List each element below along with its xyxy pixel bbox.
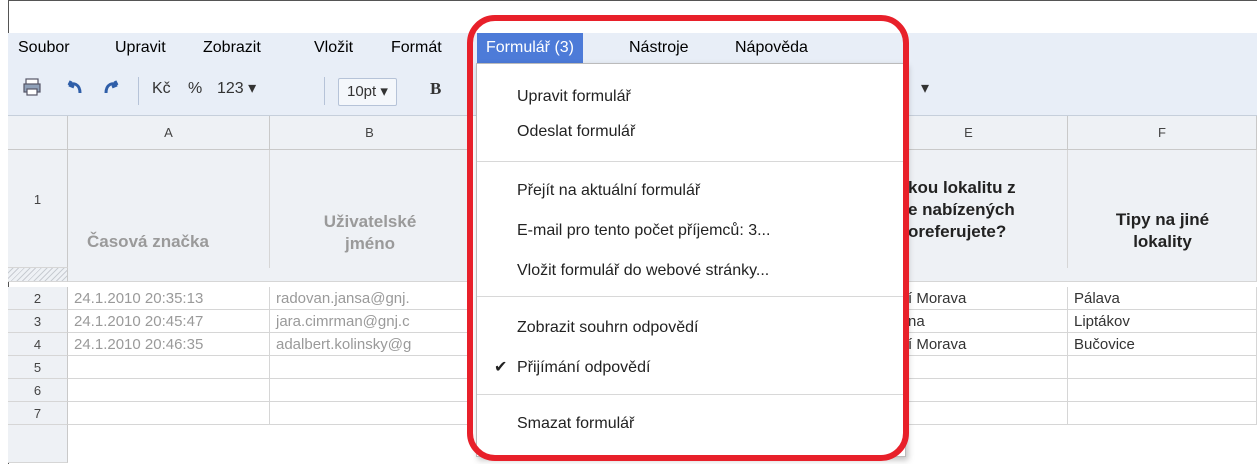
menu-tools[interactable]: Nástroje bbox=[629, 33, 689, 63]
cell-empty[interactable] bbox=[270, 402, 470, 425]
header-cell-timestamp[interactable]: Časová značka bbox=[68, 150, 270, 268]
row-header[interactable]: 1 bbox=[8, 150, 68, 268]
freeze-bar[interactable] bbox=[8, 268, 68, 282]
number-format-dropdown[interactable]: 123 ▾ bbox=[217, 71, 256, 107]
header-cell-username[interactable]: Uživatelské jméno bbox=[270, 150, 470, 268]
bold-button[interactable]: B bbox=[430, 71, 441, 107]
cell-tips[interactable]: Liptákov bbox=[1068, 310, 1257, 333]
column-header-a[interactable]: A bbox=[68, 116, 270, 150]
header-tips-line2: lokality bbox=[1133, 232, 1192, 251]
font-size-dropdown[interactable]: 10pt ▾ bbox=[338, 78, 397, 106]
freeze-row bbox=[68, 268, 470, 282]
row-header[interactable]: 4 bbox=[8, 333, 68, 356]
menu-help[interactable]: Nápověda bbox=[735, 33, 808, 63]
chevron-down-icon[interactable]: ▾ bbox=[921, 71, 929, 107]
cell-empty[interactable] bbox=[68, 356, 270, 379]
menu-item-show-summary[interactable]: Zobrazit souhrn odpovědí bbox=[517, 314, 698, 342]
cell-empty[interactable] bbox=[270, 379, 470, 402]
menu-edit[interactable]: Upravit bbox=[115, 33, 166, 63]
cell-empty[interactable] bbox=[68, 402, 270, 425]
menu-bar: Soubor Upravit Zobrazit Vložit Formát Fo… bbox=[8, 33, 1257, 63]
menu-format[interactable]: Formát bbox=[391, 33, 442, 63]
header-username-line2: jméno bbox=[344, 234, 396, 253]
menu-view[interactable]: Zobrazit bbox=[203, 33, 261, 63]
menu-separator bbox=[477, 296, 905, 297]
chevron-down-icon: ▾ bbox=[248, 80, 257, 97]
select-all-corner[interactable] bbox=[8, 116, 68, 150]
header-location-line1: kou lokalitu z bbox=[908, 178, 1016, 197]
number-format-label: 123 bbox=[217, 80, 244, 97]
cell-empty[interactable] bbox=[68, 379, 270, 402]
row-header[interactable]: 5 bbox=[8, 356, 68, 379]
cell-empty[interactable] bbox=[270, 356, 470, 379]
row-header[interactable]: 6 bbox=[8, 379, 68, 402]
cell-username[interactable]: jara.cimrman@gnj.c bbox=[270, 310, 470, 333]
column-header-b[interactable]: B bbox=[270, 116, 470, 150]
font-size-label: 10pt bbox=[347, 83, 377, 100]
toolbar-divider bbox=[138, 77, 139, 105]
header-tips-line1: Tipy na jiné bbox=[1115, 210, 1210, 229]
row-header[interactable] bbox=[8, 425, 68, 463]
menu-item-accepting-responses[interactable]: Přijímání odpovědí bbox=[517, 354, 650, 382]
cell-username[interactable]: radovan.jansa@gnj. bbox=[270, 287, 470, 310]
header-username-line1: Uživatelské bbox=[323, 212, 417, 231]
menu-item-email-form[interactable]: E-mail pro tento počet příjemců: 3... bbox=[517, 217, 770, 245]
header-timestamp-text: Časová značka bbox=[87, 232, 209, 251]
cell-timestamp[interactable]: 24.1.2010 20:46:35 bbox=[68, 333, 270, 356]
menu-item-go-to-live-form[interactable]: Přejít na aktuální formulář bbox=[517, 177, 700, 205]
menu-file[interactable]: Soubor bbox=[18, 33, 70, 63]
row-header[interactable]: 2 bbox=[8, 287, 68, 310]
undo-icon[interactable] bbox=[63, 69, 85, 105]
cell-empty[interactable] bbox=[1068, 356, 1257, 379]
menu-form[interactable]: Formulář (3) bbox=[477, 33, 584, 63]
cell-empty[interactable] bbox=[1068, 402, 1257, 425]
chevron-down-icon: ▾ bbox=[380, 83, 388, 100]
header-location-line3: oreferujete? bbox=[908, 222, 1007, 241]
row-header[interactable]: 7 bbox=[8, 402, 68, 425]
cell-timestamp[interactable]: 24.1.2010 20:35:13 bbox=[68, 287, 270, 310]
menu-separator bbox=[477, 394, 905, 395]
form-menu-dropdown: Upravit formulář Odeslat formulář Přejít… bbox=[476, 63, 906, 457]
currency-format-button[interactable]: Kč bbox=[152, 71, 171, 107]
toolbar-divider bbox=[324, 77, 325, 105]
menu-insert[interactable]: Vložit bbox=[314, 33, 353, 63]
redo-icon[interactable] bbox=[101, 69, 123, 105]
cell-timestamp[interactable]: 24.1.2010 20:45:47 bbox=[68, 310, 270, 333]
menu-item-embed-form[interactable]: Vložit formulář do webové stránky... bbox=[517, 257, 769, 285]
row-header[interactable]: 3 bbox=[8, 310, 68, 333]
header-location-line2: e nabízených bbox=[908, 200, 1015, 219]
freeze-row bbox=[870, 268, 1257, 282]
cell-tips[interactable]: Pálava bbox=[1068, 287, 1257, 310]
cell-username[interactable]: adalbert.kolinsky@g bbox=[270, 333, 470, 356]
print-icon[interactable] bbox=[22, 69, 42, 105]
percent-format-button[interactable]: % bbox=[188, 71, 202, 107]
cell-tips[interactable]: Bučovice bbox=[1068, 333, 1257, 356]
column-header-f[interactable]: F bbox=[1068, 116, 1257, 150]
header-cell-tips[interactable]: Tipy na jiné lokality bbox=[1068, 150, 1257, 268]
cell-empty[interactable] bbox=[1068, 379, 1257, 402]
menu-item-send-form[interactable]: Odeslat formulář bbox=[517, 118, 635, 146]
menu-item-delete-form[interactable]: Smazat formulář bbox=[517, 410, 634, 438]
menu-separator bbox=[477, 161, 905, 162]
checkmark-icon: ✔ bbox=[494, 359, 508, 376]
menu-item-edit-form[interactable]: Upravit formulář bbox=[517, 83, 631, 111]
